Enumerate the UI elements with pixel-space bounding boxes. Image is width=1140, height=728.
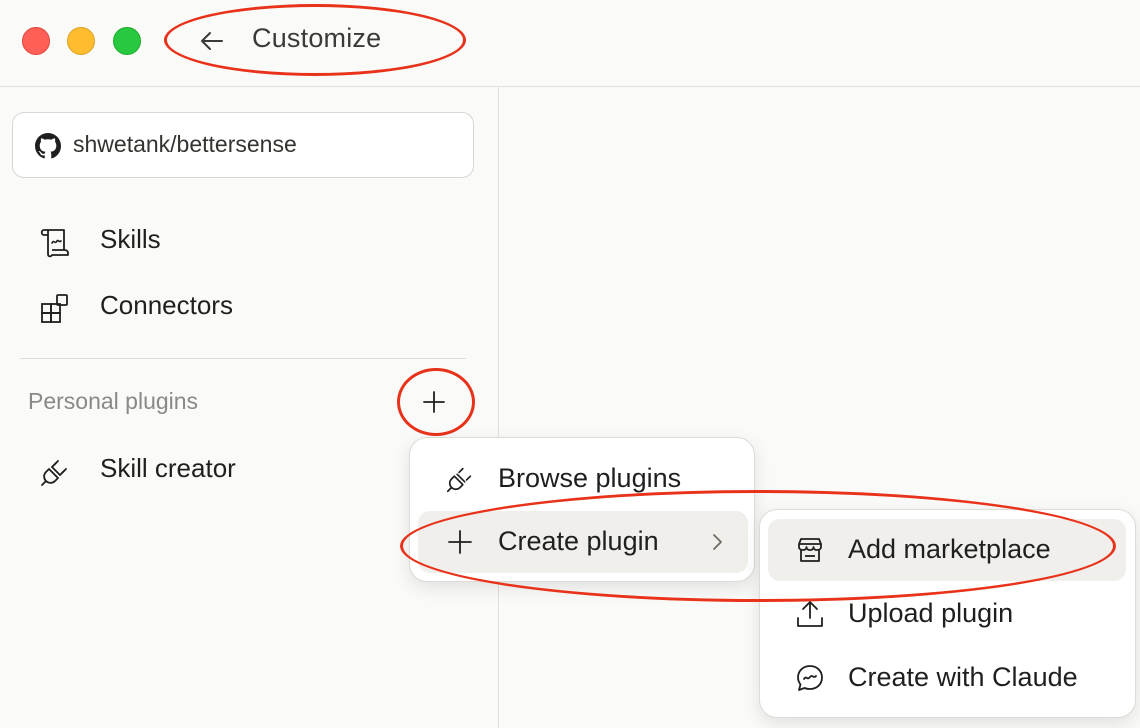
create-plugin-submenu: Add marketplace Upload plugin Create wit…: [759, 509, 1136, 718]
menu-item-create-plugin[interactable]: Create plugin: [418, 511, 748, 573]
plug-icon: [446, 467, 472, 493]
chat-bubble-icon: [797, 665, 823, 691]
sidebar-divider: [20, 358, 466, 359]
menu-item-browse-plugins[interactable]: Browse plugins: [418, 448, 748, 510]
menu-item-label: Create plugin: [498, 526, 659, 556]
repo-selector[interactable]: shwetank/bettersense: [12, 112, 474, 178]
repo-label: shwetank/bettersense: [73, 131, 297, 157]
menu-item-label: Create with Claude: [848, 662, 1078, 692]
add-plugin-button[interactable]: [414, 384, 454, 420]
plug-icon: [41, 460, 67, 486]
plus-icon: [448, 530, 472, 554]
menu-item-create-with-claude[interactable]: Create with Claude: [768, 647, 1126, 709]
menu-item-label: Browse plugins: [498, 463, 682, 493]
sidebar-item-connectors[interactable]: Connectors: [20, 278, 470, 334]
menu-item-label: Upload plugin: [848, 598, 1014, 628]
title-bar: Customize: [0, 0, 1140, 87]
sidebar-item-label: Connectors: [100, 290, 233, 320]
sidebar-item-skills[interactable]: Skills: [20, 212, 470, 268]
section-label-personal-plugins: Personal plugins: [28, 388, 199, 414]
scroll-icon: [40, 229, 69, 258]
close-window-button[interactable]: [22, 27, 50, 55]
store-icon: [798, 538, 822, 562]
sidebar-item-label: Skill creator: [100, 453, 236, 483]
menu-item-label: Add marketplace: [848, 534, 1051, 564]
sidebar: shwetank/bettersense Skills Connectors P…: [0, 87, 499, 728]
github-icon: [35, 133, 61, 159]
menu-item-upload-plugin[interactable]: Upload plugin: [768, 583, 1126, 645]
chevron-right-icon: [713, 534, 722, 550]
minimize-window-button[interactable]: [67, 27, 95, 55]
sidebar-item-label: Skills: [100, 224, 161, 254]
plugin-menu: Browse plugins Create plugin: [409, 437, 755, 582]
page-title: Customize: [252, 23, 382, 53]
upload-icon: [797, 601, 823, 627]
arrow-left-icon[interactable]: [198, 28, 226, 54]
zoom-window-button[interactable]: [113, 27, 141, 55]
sidebar-item-skill-creator[interactable]: Skill creator: [20, 441, 470, 497]
blocks-icon: [41, 294, 68, 323]
menu-item-add-marketplace[interactable]: Add marketplace: [768, 519, 1126, 581]
